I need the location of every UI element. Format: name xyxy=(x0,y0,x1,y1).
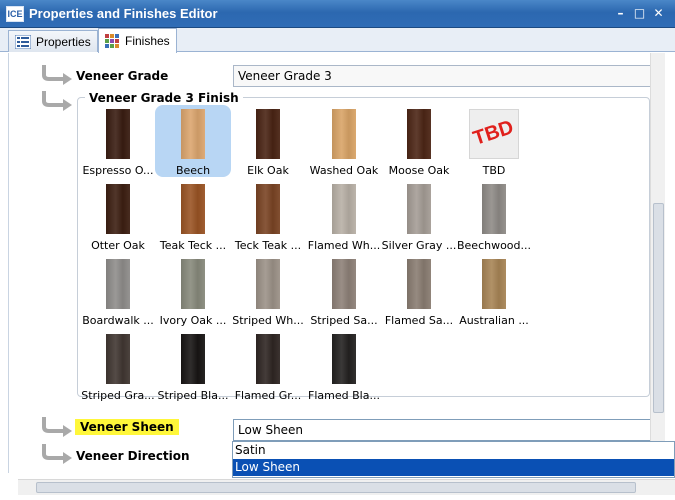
finish-swatch-item[interactable]: Striped Gra... xyxy=(80,330,156,402)
maximize-icon[interactable]: □ xyxy=(631,5,648,22)
indent-arrow-icon xyxy=(42,91,72,111)
finish-swatch-item[interactable]: Teck Teak ... xyxy=(230,180,306,252)
finish-swatch-image xyxy=(482,184,506,234)
finish-swatch-image xyxy=(181,184,205,234)
finish-swatch-item[interactable]: Teak Teck ... xyxy=(155,180,231,252)
finish-swatch-item[interactable]: Flamed Wh... xyxy=(306,180,382,252)
horizontal-scrollbar[interactable] xyxy=(18,479,675,495)
finish-swatch-item[interactable]: Striped Bla... xyxy=(155,330,231,402)
finish-swatch-label: Beech xyxy=(175,164,211,177)
tab-finishes[interactable]: Finishes xyxy=(98,28,177,53)
finish-swatch-image xyxy=(332,334,356,384)
finish-swatch-item[interactable]: Boardwalk ... xyxy=(80,255,156,327)
finish-swatch-item[interactable]: Elk Oak xyxy=(230,105,306,177)
finish-swatch-item[interactable]: Flamed Sa... xyxy=(381,255,457,327)
finish-swatch-image xyxy=(407,184,431,234)
tbd-image-text: TBD xyxy=(470,116,517,150)
finish-swatch-item[interactable]: Washed Oak xyxy=(306,105,382,177)
grid-icon xyxy=(105,33,119,48)
horizontal-scroll-thumb[interactable] xyxy=(36,482,636,493)
app-icon: ICE xyxy=(6,6,24,22)
finish-swatch-image xyxy=(256,109,280,159)
finish-swatch-image xyxy=(256,334,280,384)
finish-swatch-label: Beechwood... xyxy=(456,239,532,252)
finish-swatch-image xyxy=(181,334,205,384)
veneer-sheen-label-text: Veneer Sheen xyxy=(75,419,179,435)
finishes-panel: Veneer Grade Veneer Grade 3 Veneer Grade… xyxy=(8,53,665,473)
finish-swatch-item[interactable]: Australian ... xyxy=(456,255,532,327)
finish-swatch-label: Otter Oak xyxy=(91,239,145,252)
finish-swatch-label: Striped Gra... xyxy=(81,389,155,402)
finish-swatch-image xyxy=(106,334,130,384)
finish-swatch-image xyxy=(181,259,205,309)
dropdown-option-low-sheen[interactable]: Low Sheen xyxy=(233,459,674,476)
close-icon[interactable]: ✕ xyxy=(650,5,667,22)
finish-swatch-image xyxy=(106,184,130,234)
tab-bar: Properties Finishes xyxy=(0,28,675,53)
finish-group-title: Veneer Grade 3 Finish xyxy=(85,91,243,105)
finish-swatch-label: Striped Bla... xyxy=(157,389,229,402)
finish-swatch-label: Washed Oak xyxy=(309,164,379,177)
tab-properties[interactable]: Properties xyxy=(8,30,98,52)
veneer-sheen-select[interactable]: Low Sheen xyxy=(233,419,665,441)
finish-swatch-item[interactable]: Silver Gray ... xyxy=(381,180,457,252)
tbd-placeholder-image: TBD xyxy=(469,109,519,159)
finish-swatch-label: Espresso O... xyxy=(82,164,154,177)
finish-swatch-label: Flamed Sa... xyxy=(384,314,454,327)
finish-swatch-label: TBD xyxy=(482,164,506,177)
indent-arrow-icon xyxy=(42,444,72,464)
veneer-grade-field[interactable]: Veneer Grade 3 xyxy=(233,65,653,87)
indent-arrow-icon xyxy=(42,65,72,85)
veneer-direction-label: Veneer Direction xyxy=(76,449,190,463)
finish-swatch-item[interactable]: Beech xyxy=(155,105,231,177)
finish-swatch-item[interactable]: TBD TBD xyxy=(456,105,532,177)
dropdown-option-satin[interactable]: Satin xyxy=(233,442,674,459)
finish-swatch-image xyxy=(407,259,431,309)
finish-swatch-image xyxy=(106,259,130,309)
finish-swatch-item[interactable]: Flamed Bla... xyxy=(306,330,382,402)
finish-swatch-item[interactable]: Otter Oak xyxy=(80,180,156,252)
finish-swatch-image xyxy=(181,109,205,159)
finish-swatch-image xyxy=(332,259,356,309)
vertical-scrollbar[interactable] xyxy=(650,53,665,473)
veneer-grade-label: Veneer Grade xyxy=(76,69,169,83)
tab-finishes-label: Finishes xyxy=(125,34,170,48)
finish-swatch-image xyxy=(407,109,431,159)
window-title: Properties and Finishes Editor xyxy=(29,6,218,21)
finish-swatch-image xyxy=(256,184,280,234)
finish-swatch-label: Moose Oak xyxy=(388,164,450,177)
veneer-sheen-dropdown[interactable]: Satin Low Sheen xyxy=(232,441,675,478)
title-bar: ICE Properties and Finishes Editor – □ ✕ xyxy=(0,0,675,28)
finish-swatch-item[interactable]: Moose Oak xyxy=(381,105,457,177)
finish-swatch-image xyxy=(106,109,130,159)
finish-swatch-label: Striped Sa... xyxy=(310,314,378,327)
finish-swatch-image xyxy=(332,109,356,159)
finish-swatch-label: Teck Teak ... xyxy=(234,239,302,252)
veneer-sheen-label: Veneer Sheen xyxy=(75,419,179,435)
finish-swatch-image xyxy=(332,184,356,234)
finish-swatch-label: Australian ... xyxy=(459,314,529,327)
finish-swatch-label: Ivory Oak ... xyxy=(159,314,227,327)
finish-swatch-label: Boardwalk ... xyxy=(82,314,154,327)
finish-swatch-item[interactable]: Flamed Gr... xyxy=(230,330,306,402)
indent-arrow-icon xyxy=(42,417,72,437)
finish-swatch-image xyxy=(482,259,506,309)
finish-swatch-label: Teak Teck ... xyxy=(159,239,227,252)
finish-swatch-label: Flamed Bla... xyxy=(308,389,380,402)
vertical-scroll-thumb[interactable] xyxy=(653,203,664,413)
finish-swatch-label: Silver Gray ... xyxy=(381,239,457,252)
finish-swatch-label: Elk Oak xyxy=(247,164,289,177)
list-icon xyxy=(15,34,31,49)
tab-properties-label: Properties xyxy=(36,34,91,49)
finish-swatch-label: Striped Wh... xyxy=(232,314,304,327)
finish-swatch-label: Flamed Wh... xyxy=(307,239,381,252)
finish-swatch-label: Flamed Gr... xyxy=(234,389,302,402)
finish-swatch-item[interactable]: Striped Wh... xyxy=(230,255,306,327)
finish-swatch-item[interactable]: Ivory Oak ... xyxy=(155,255,231,327)
finish-swatch-item[interactable]: Striped Sa... xyxy=(306,255,382,327)
minimize-icon[interactable]: – xyxy=(612,5,629,22)
finish-swatch-item[interactable]: Beechwood... xyxy=(456,180,532,252)
finish-swatch-item[interactable]: Espresso O... xyxy=(80,105,156,177)
finish-swatch-image xyxy=(256,259,280,309)
